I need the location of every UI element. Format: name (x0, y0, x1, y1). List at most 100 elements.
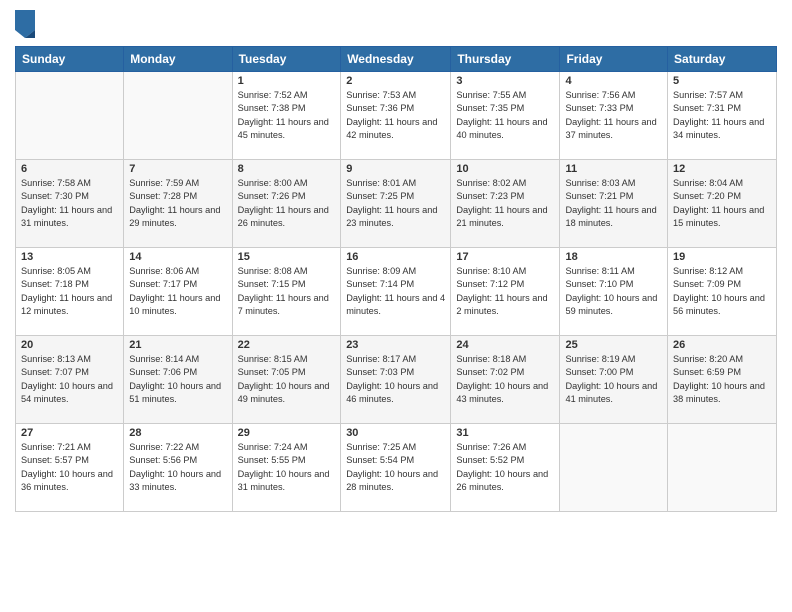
day-cell: 3 Sunrise: 7:55 AMSunset: 7:35 PMDaylight… (451, 72, 560, 160)
day-info: Sunrise: 8:20 AMSunset: 6:59 PMDaylight:… (673, 353, 771, 406)
week-row-3: 20 Sunrise: 8:13 AMSunset: 7:07 PMDayligh… (16, 336, 777, 424)
day-cell: 12Sunrise: 8:04 AMSunset: 7:20 PMDayligh… (668, 160, 777, 248)
day-number: 1 (238, 75, 336, 87)
day-cell: 22 Sunrise: 8:15 AMSunset: 7:05 PMDayligh… (232, 336, 341, 424)
day-info: Sunrise: 8:03 AMSunset: 7:21 PMDaylight:… (565, 177, 662, 230)
day-number: 21 (129, 339, 226, 351)
day-cell (124, 72, 232, 160)
day-info: Sunrise: 8:05 AMSunset: 7:18 PMDaylight:… (21, 265, 118, 318)
day-number: 2 (346, 75, 445, 87)
day-number: 29 (238, 427, 336, 439)
day-number: 26 (673, 339, 771, 351)
day-number: 30 (346, 427, 445, 439)
header-day-wednesday: Wednesday (341, 47, 451, 72)
day-number: 9 (346, 163, 445, 175)
day-info: Sunrise: 7:26 AMSunset: 5:52 PMDaylight:… (456, 441, 554, 494)
day-number: 16 (346, 251, 445, 263)
day-cell: 14 Sunrise: 8:06 AMSunset: 7:17 PMDayligh… (124, 248, 232, 336)
day-cell: 13Sunrise: 8:05 AMSunset: 7:18 PMDayligh… (16, 248, 124, 336)
day-info: Sunrise: 7:58 AMSunset: 7:30 PMDaylight:… (21, 177, 118, 230)
day-info: Sunrise: 7:55 AMSunset: 7:35 PMDaylight:… (456, 89, 554, 142)
day-info: Sunrise: 8:01 AMSunset: 7:25 PMDaylight:… (346, 177, 445, 230)
header-row: SundayMondayTuesdayWednesdayThursdayFrid… (16, 47, 777, 72)
header-day-saturday: Saturday (668, 47, 777, 72)
week-row-2: 13Sunrise: 8:05 AMSunset: 7:18 PMDayligh… (16, 248, 777, 336)
day-number: 5 (673, 75, 771, 87)
day-number: 23 (346, 339, 445, 351)
day-cell: 20 Sunrise: 8:13 AMSunset: 7:07 PMDayligh… (16, 336, 124, 424)
day-cell: 31 Sunrise: 7:26 AMSunset: 5:52 PMDayligh… (451, 424, 560, 512)
day-info: Sunrise: 8:04 AMSunset: 7:20 PMDaylight:… (673, 177, 771, 230)
day-cell: 21Sunrise: 8:14 AMSunset: 7:06 PMDayligh… (124, 336, 232, 424)
day-info: Sunrise: 8:17 AMSunset: 7:03 PMDaylight:… (346, 353, 445, 406)
day-info: Sunrise: 8:10 AMSunset: 7:12 PMDaylight:… (456, 265, 554, 318)
day-cell: 16 Sunrise: 8:09 AMSunset: 7:14 PMDayligh… (341, 248, 451, 336)
day-info: Sunrise: 8:09 AMSunset: 7:14 PMDaylight:… (346, 265, 445, 318)
day-info: Sunrise: 7:25 AMSunset: 5:54 PMDaylight:… (346, 441, 445, 494)
day-cell: 4 Sunrise: 7:56 AMSunset: 7:33 PMDaylight… (560, 72, 668, 160)
day-cell: 8 Sunrise: 8:00 AMSunset: 7:26 PMDaylight… (232, 160, 341, 248)
day-info: Sunrise: 8:19 AMSunset: 7:00 PMDaylight:… (565, 353, 662, 406)
week-row-4: 27 Sunrise: 7:21 AMSunset: 5:57 PMDayligh… (16, 424, 777, 512)
day-info: Sunrise: 7:21 AMSunset: 5:57 PMDaylight:… (21, 441, 118, 494)
calendar: SundayMondayTuesdayWednesdayThursdayFrid… (15, 46, 777, 512)
day-cell: 30 Sunrise: 7:25 AMSunset: 5:54 PMDayligh… (341, 424, 451, 512)
day-info: Sunrise: 7:22 AMSunset: 5:56 PMDaylight:… (129, 441, 226, 494)
day-number: 27 (21, 427, 118, 439)
day-cell: 5 Sunrise: 7:57 AMSunset: 7:31 PMDaylight… (668, 72, 777, 160)
day-cell: 18Sunrise: 8:11 AMSunset: 7:10 PMDayligh… (560, 248, 668, 336)
day-info: Sunrise: 8:15 AMSunset: 7:05 PMDaylight:… (238, 353, 336, 406)
day-cell: 2 Sunrise: 7:53 AMSunset: 7:36 PMDaylight… (341, 72, 451, 160)
day-cell: 17 Sunrise: 8:10 AMSunset: 7:12 PMDayligh… (451, 248, 560, 336)
day-number: 20 (21, 339, 118, 351)
day-info: Sunrise: 7:53 AMSunset: 7:36 PMDaylight:… (346, 89, 445, 142)
day-info: Sunrise: 7:57 AMSunset: 7:31 PMDaylight:… (673, 89, 771, 142)
day-cell: 25 Sunrise: 8:19 AMSunset: 7:00 PMDayligh… (560, 336, 668, 424)
header (15, 10, 777, 38)
day-number: 10 (456, 163, 554, 175)
header-day-monday: Monday (124, 47, 232, 72)
day-info: Sunrise: 8:02 AMSunset: 7:23 PMDaylight:… (456, 177, 554, 230)
day-info: Sunrise: 7:56 AMSunset: 7:33 PMDaylight:… (565, 89, 662, 142)
day-cell (16, 72, 124, 160)
day-info: Sunrise: 8:18 AMSunset: 7:02 PMDaylight:… (456, 353, 554, 406)
day-info: Sunrise: 8:13 AMSunset: 7:07 PMDaylight:… (21, 353, 118, 406)
day-number: 14 (129, 251, 226, 263)
day-info: Sunrise: 8:06 AMSunset: 7:17 PMDaylight:… (129, 265, 226, 318)
day-number: 7 (129, 163, 226, 175)
day-number: 3 (456, 75, 554, 87)
day-number: 31 (456, 427, 554, 439)
day-number: 17 (456, 251, 554, 263)
day-cell: 6Sunrise: 7:58 AMSunset: 7:30 PMDaylight… (16, 160, 124, 248)
header-day-sunday: Sunday (16, 47, 124, 72)
day-number: 22 (238, 339, 336, 351)
day-info: Sunrise: 7:52 AMSunset: 7:38 PMDaylight:… (238, 89, 336, 142)
day-cell: 27 Sunrise: 7:21 AMSunset: 5:57 PMDayligh… (16, 424, 124, 512)
day-cell: 7 Sunrise: 7:59 AMSunset: 7:28 PMDaylight… (124, 160, 232, 248)
day-number: 24 (456, 339, 554, 351)
header-day-tuesday: Tuesday (232, 47, 341, 72)
day-cell: 10 Sunrise: 8:02 AMSunset: 7:23 PMDayligh… (451, 160, 560, 248)
day-cell: 23 Sunrise: 8:17 AMSunset: 7:03 PMDayligh… (341, 336, 451, 424)
day-number: 11 (565, 163, 662, 175)
page: SundayMondayTuesdayWednesdayThursdayFrid… (0, 0, 792, 612)
day-info: Sunrise: 7:59 AMSunset: 7:28 PMDaylight:… (129, 177, 226, 230)
day-cell: 26 Sunrise: 8:20 AMSunset: 6:59 PMDayligh… (668, 336, 777, 424)
day-info: Sunrise: 8:00 AMSunset: 7:26 PMDaylight:… (238, 177, 336, 230)
day-number: 18 (565, 251, 662, 263)
day-cell (668, 424, 777, 512)
day-number: 25 (565, 339, 662, 351)
day-info: Sunrise: 8:08 AMSunset: 7:15 PMDaylight:… (238, 265, 336, 318)
day-number: 15 (238, 251, 336, 263)
header-day-thursday: Thursday (451, 47, 560, 72)
day-cell: 9 Sunrise: 8:01 AMSunset: 7:25 PMDaylight… (341, 160, 451, 248)
week-row-0: 1 Sunrise: 7:52 AMSunset: 7:38 PMDaylight… (16, 72, 777, 160)
day-cell: 11 Sunrise: 8:03 AMSunset: 7:21 PMDayligh… (560, 160, 668, 248)
day-info: Sunrise: 8:12 AMSunset: 7:09 PMDaylight:… (673, 265, 771, 318)
day-number: 8 (238, 163, 336, 175)
logo-icon (15, 10, 35, 38)
day-cell: 29Sunrise: 7:24 AMSunset: 5:55 PMDayligh… (232, 424, 341, 512)
day-number: 4 (565, 75, 662, 87)
day-cell (560, 424, 668, 512)
day-cell: 19Sunrise: 8:12 AMSunset: 7:09 PMDayligh… (668, 248, 777, 336)
